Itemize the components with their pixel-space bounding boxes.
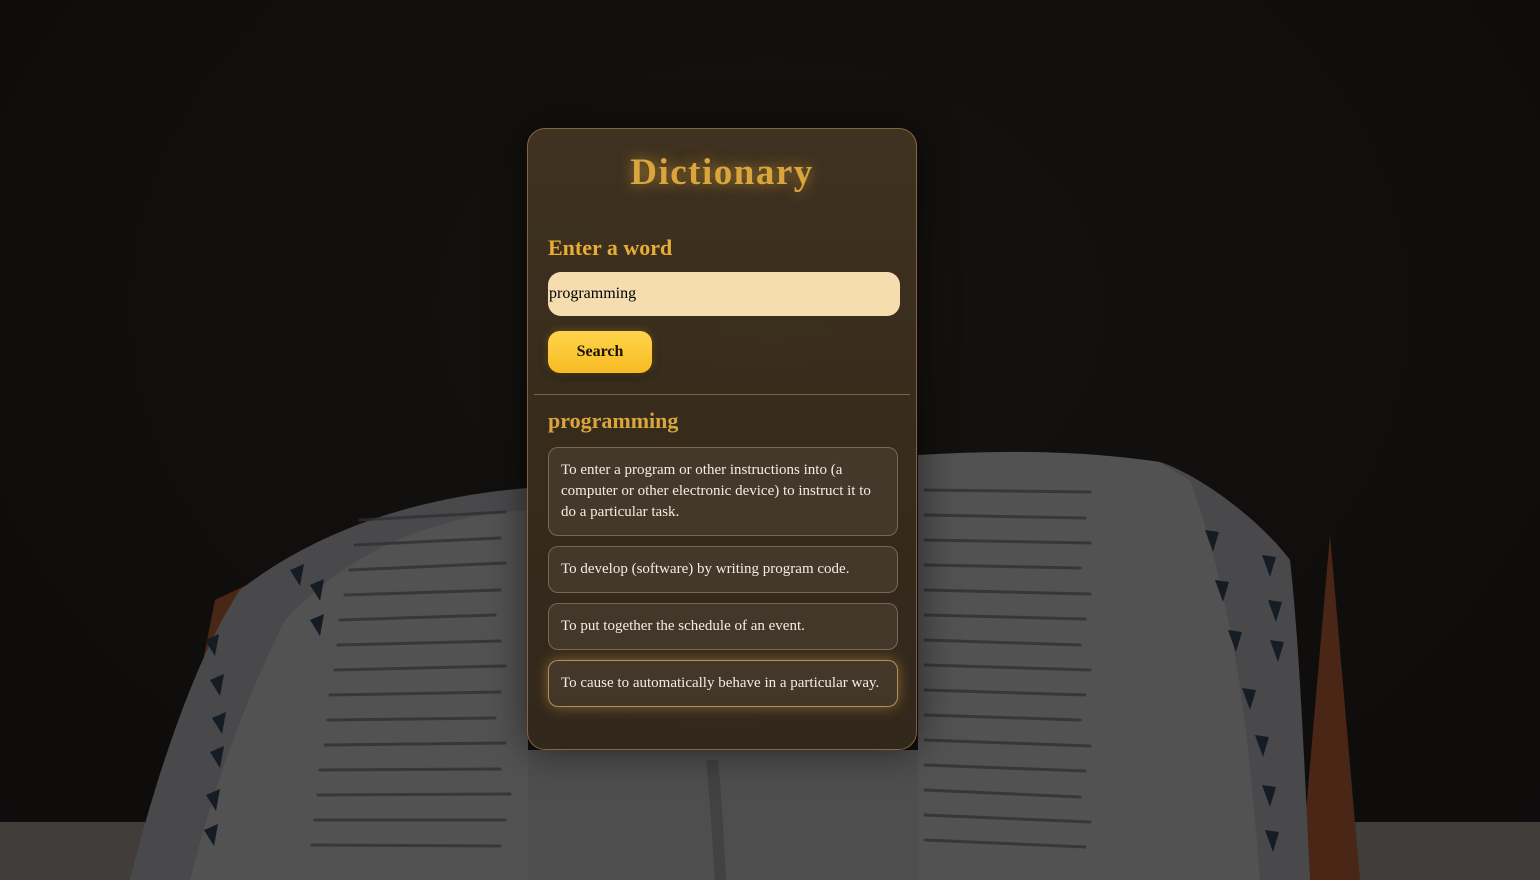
result-word: programming xyxy=(548,408,679,433)
definition-item: To develop (software) by writing program… xyxy=(548,546,898,593)
definition-item: To put together the schedule of an event… xyxy=(548,603,898,650)
definitions-list: To enter a program or other instructions… xyxy=(548,447,898,717)
divider xyxy=(534,394,910,395)
definition-item: To enter a program or other instructions… xyxy=(548,447,898,536)
search-button[interactable]: Search xyxy=(548,331,652,373)
word-input[interactable] xyxy=(548,272,900,316)
word-input-label: Enter a word xyxy=(548,235,673,260)
dictionary-card: Dictionary Enter a word Search programmi… xyxy=(527,128,917,750)
page: Dictionary Enter a word Search programmi… xyxy=(0,0,1540,880)
app-title: Dictionary xyxy=(630,152,814,193)
definition-item: To cause to automatically behave in a pa… xyxy=(548,660,898,707)
